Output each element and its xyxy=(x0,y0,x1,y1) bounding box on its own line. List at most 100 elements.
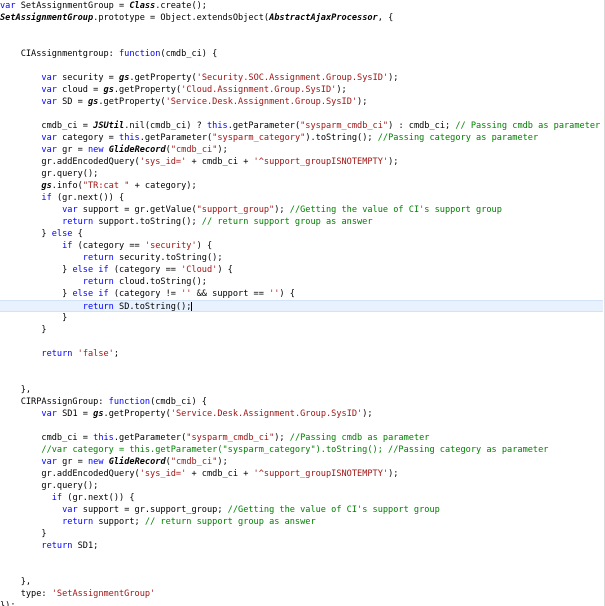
code-line[interactable]: return support; // return support group … xyxy=(0,516,603,528)
code-line[interactable]: if (gr.next()) { xyxy=(0,192,603,204)
code-area[interactable]: var SetAssignmentGroup = Class.create();… xyxy=(0,0,603,606)
code-line[interactable]: }); xyxy=(0,600,603,606)
code-line[interactable]: } xyxy=(0,312,603,324)
code-token: gs xyxy=(103,85,114,95)
code-token: 'Cloud' xyxy=(181,265,218,275)
code-token: var xyxy=(41,73,57,83)
code-token: new xyxy=(87,145,104,155)
code-line[interactable]: var gr = new GlideRecord("cmdb_ci"); xyxy=(0,456,603,468)
code-line[interactable]: return 'false'; xyxy=(0,348,603,360)
code-line[interactable]: } else if (category != '' && support == … xyxy=(0,288,603,300)
code-token: } xyxy=(0,229,52,239)
code-line[interactable]: //var category = this.getParameter("sysp… xyxy=(0,444,603,456)
code-line[interactable]: var category = this.getParameter("syspar… xyxy=(0,132,603,144)
code-token: support = gr.getValue( xyxy=(77,205,197,215)
code-line[interactable]: } xyxy=(0,324,603,336)
code-token: (category == xyxy=(72,241,145,251)
code-editor[interactable]: var SetAssignmentGroup = Class.create();… xyxy=(0,0,605,606)
code-line[interactable]: type: 'SetAssignmentGroup' xyxy=(0,588,603,600)
code-line[interactable]: } else if (category == 'Cloud') { xyxy=(0,264,603,276)
code-line[interactable]: CIRPAssignGroup: function(cmdb_ci) { xyxy=(0,396,603,408)
code-token: '^support_groupISNOTEMPTY' xyxy=(253,469,389,479)
code-token: GlideRecord xyxy=(108,145,166,155)
code-token: ); xyxy=(274,433,290,443)
code-token: return xyxy=(41,541,73,551)
code-token: else if xyxy=(72,265,109,275)
code-line[interactable]: return cloud.toString(); xyxy=(0,276,603,288)
code-token: SetAssignmentGroup = xyxy=(15,1,130,11)
code-line[interactable] xyxy=(0,360,603,372)
code-token: (cmdb_ci) { xyxy=(160,49,218,59)
code-line[interactable]: var cloud = gs.getProperty('Cloud.Assign… xyxy=(0,84,603,96)
code-line[interactable]: return security.toString(); xyxy=(0,252,603,264)
code-token: .getParameter( xyxy=(113,433,187,443)
code-token: // return support group as answer xyxy=(201,217,373,227)
code-line[interactable]: gr.addEncodedQuery('sys_id=' + cmdb_ci +… xyxy=(0,468,603,480)
code-line[interactable]: }, xyxy=(0,384,603,396)
code-line[interactable]: gr.addEncodedQuery('sys_id=' + cmdb_ci +… xyxy=(0,156,603,168)
code-line[interactable]: gs.info("TR:cat " + category); xyxy=(0,180,603,192)
code-token: 'Service.Desk.Assignment.Group.SysID' xyxy=(165,97,358,107)
code-token: function xyxy=(119,49,161,59)
code-line[interactable]: if (category == 'security') { xyxy=(0,240,603,252)
code-token: 'false' xyxy=(77,349,114,359)
code-line[interactable]: return support.toString(); // return sup… xyxy=(0,216,603,228)
code-line[interactable]: cmdb_ci = this.getParameter("sysparm_cmd… xyxy=(0,432,603,444)
code-token: //Getting the value of CI's support grou… xyxy=(289,205,502,215)
code-token: }, xyxy=(0,385,32,395)
code-token: function xyxy=(108,397,151,407)
code-line[interactable]: gr.query(); xyxy=(0,480,603,492)
code-line[interactable]: var SD1 = gs.getProperty('Service.Desk.A… xyxy=(0,408,603,420)
code-token: this xyxy=(93,433,114,443)
code-token: else xyxy=(51,229,73,239)
code-token: support = gr.support_group; xyxy=(77,505,228,515)
code-line[interactable]: var support = gr.support_group; //Gettin… xyxy=(0,504,603,516)
code-token: } xyxy=(0,325,47,335)
code-token: ).toString(); xyxy=(305,133,378,143)
code-token: ) { xyxy=(279,289,295,299)
code-line[interactable]: if (gr.next()) { xyxy=(0,492,603,504)
code-token: 'sys_id=' xyxy=(139,469,187,479)
code-token: ); xyxy=(274,205,290,215)
code-line[interactable] xyxy=(0,336,603,348)
code-line[interactable]: SetAssignmentGroup.prototype = Object.ex… xyxy=(0,12,603,24)
code-line[interactable]: return SD1; xyxy=(0,540,603,552)
code-line[interactable]: }, xyxy=(0,576,603,588)
code-line[interactable]: var SetAssignmentGroup = Class.create(); xyxy=(0,0,603,12)
code-token: "TR:cat " xyxy=(82,181,130,191)
code-line[interactable] xyxy=(0,24,603,36)
code-line[interactable]: var support = gr.getValue("support_group… xyxy=(0,204,603,216)
code-line[interactable] xyxy=(0,36,603,48)
code-line[interactable]: var security = gs.getProperty('Security.… xyxy=(0,72,603,84)
code-line[interactable] xyxy=(0,552,603,564)
code-line[interactable]: var SD = gs.getProperty('Service.Desk.As… xyxy=(0,96,603,108)
code-line[interactable]: cmdb_ci = JSUtil.nil(cmdb_ci) ? this.get… xyxy=(0,120,603,132)
code-token: 'sys_id=' xyxy=(139,157,187,167)
code-token: return xyxy=(62,517,94,527)
code-line[interactable] xyxy=(0,420,603,432)
code-token: (category == xyxy=(108,265,182,275)
code-line[interactable] xyxy=(0,60,603,72)
code-line[interactable]: } else { xyxy=(0,228,603,240)
code-token: SD1 = xyxy=(56,409,94,419)
code-token: if xyxy=(51,493,63,503)
code-token: }); xyxy=(0,601,16,606)
code-token: gr.addEncodedQuery( xyxy=(0,469,140,479)
code-line[interactable]: CIAssignmentgroup: function(cmdb_ci) { xyxy=(0,48,603,60)
code-line[interactable]: return SD.toString(); xyxy=(0,300,603,312)
code-token: this xyxy=(206,121,228,131)
code-line[interactable]: var gr = new GlideRecord("cmdb_ci"); xyxy=(0,144,603,156)
code-line[interactable] xyxy=(0,108,603,120)
code-line[interactable] xyxy=(0,372,603,384)
code-line[interactable]: } xyxy=(0,528,603,540)
code-token: '' xyxy=(181,289,192,299)
code-line[interactable] xyxy=(0,564,603,576)
code-token: } xyxy=(0,529,47,539)
code-token: } xyxy=(0,289,73,299)
code-line[interactable]: gr.query(); xyxy=(0,168,603,180)
code-token: + cmdb_ci + xyxy=(186,469,254,479)
code-token: // Passing cmdb as parameter xyxy=(455,121,601,131)
